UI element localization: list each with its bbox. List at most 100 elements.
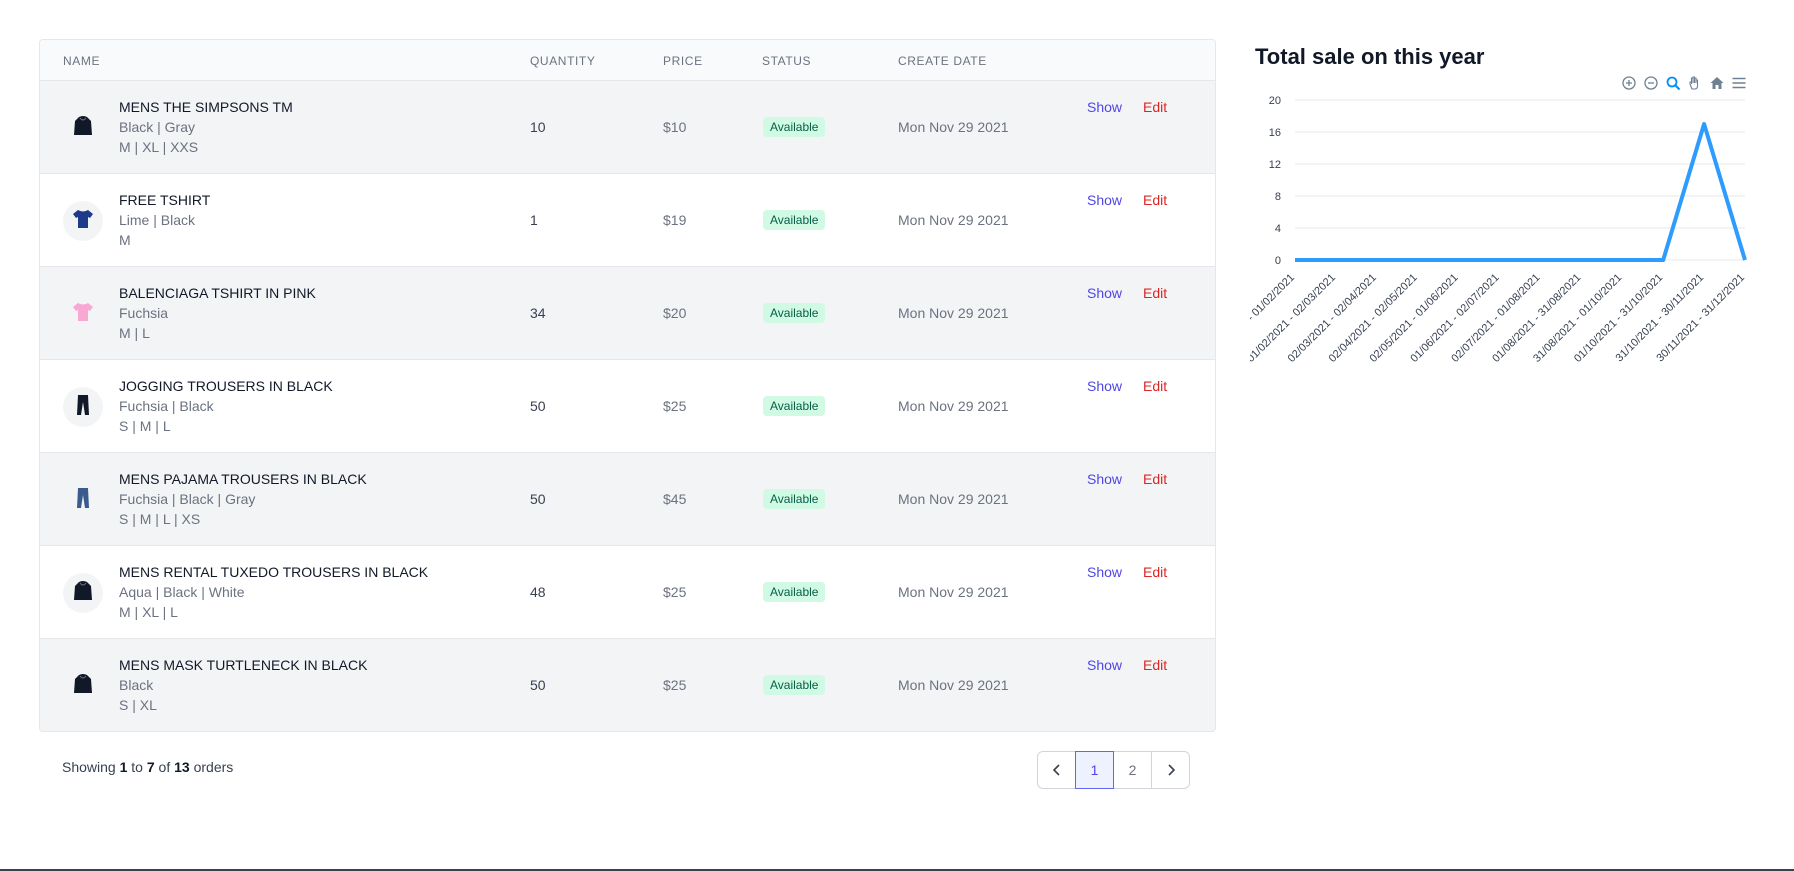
- table-body: MENS THE SIMPSONS TM Black | Gray M | XL |…: [40, 81, 1215, 731]
- header-status[interactable]: STATUS: [762, 54, 811, 68]
- home-reset-icon: [1710, 77, 1724, 89]
- edit-link[interactable]: Edit: [1143, 192, 1167, 208]
- header-create-date[interactable]: CREATE DATE: [898, 54, 987, 68]
- hoodie-icon: [70, 578, 96, 609]
- show-link[interactable]: Show: [1087, 378, 1122, 394]
- product-quantity: 48: [530, 584, 546, 600]
- pagination-summary: Showing 1 to 7 of 13 orders: [62, 759, 233, 775]
- chevron-right-icon: [1167, 764, 1175, 776]
- show-link[interactable]: Show: [1087, 471, 1122, 487]
- tshirt-icon: [70, 206, 96, 237]
- product-colors: Black: [119, 677, 154, 693]
- page-1-button[interactable]: 1: [1075, 751, 1114, 789]
- summary-from: 1: [119, 759, 128, 775]
- product-colors: Lime | Black: [119, 212, 195, 228]
- product-price: $25: [663, 677, 687, 693]
- product-name: JOGGING TROUSERS IN BLACK: [119, 378, 333, 394]
- header-name[interactable]: NAME: [63, 54, 100, 68]
- trousers-icon: [70, 485, 96, 516]
- product-price: $25: [663, 584, 687, 600]
- edit-link[interactable]: Edit: [1143, 657, 1167, 673]
- status-badge: Available: [763, 675, 826, 695]
- create-date: Mon Nov 29 2021: [898, 212, 1009, 228]
- product-thumbnail: [63, 108, 103, 148]
- product-sizes: M | L: [119, 325, 150, 341]
- zoom-in-icon: [1622, 76, 1636, 90]
- edit-link[interactable]: Edit: [1143, 564, 1167, 580]
- product-price: $19: [663, 212, 687, 228]
- product-sizes: M | XL | XXS: [119, 139, 199, 155]
- trousers-icon: [70, 392, 96, 423]
- product-thumbnail: [63, 480, 103, 520]
- product-quantity: 10: [530, 119, 546, 135]
- summary-to-word: to: [131, 759, 143, 775]
- show-link[interactable]: Show: [1087, 564, 1122, 580]
- sales-line-chart: 04812162001/01/2021 - 01/02/202101/02/20…: [1250, 95, 1747, 365]
- create-date: Mon Nov 29 2021: [898, 491, 1009, 507]
- status-badge: Available: [763, 582, 826, 602]
- y-tick-label: 4: [1275, 223, 1281, 235]
- orders-table: NAME QUANTITY PRICE STATUS CREATE DATE M…: [39, 39, 1216, 732]
- table-row: MENS MASK TURTLENECK IN BLACK Black S | XL…: [40, 639, 1215, 731]
- product-quantity: 50: [530, 677, 546, 693]
- product-name: MENS THE SIMPSONS TM: [119, 99, 293, 115]
- product-thumbnail: [63, 387, 103, 427]
- product-quantity: 1: [530, 212, 538, 228]
- summary-prefix: Showing: [62, 759, 116, 775]
- product-colors: Black | Gray: [119, 119, 195, 135]
- table-row: BALENCIAGA TSHIRT IN PINK Fuchsia M | L 34 $…: [40, 267, 1215, 360]
- summary-of-word: of: [158, 759, 171, 775]
- edit-link[interactable]: Edit: [1143, 285, 1167, 301]
- y-tick-label: 20: [1269, 95, 1281, 107]
- product-sizes: S | M | L | XS: [119, 511, 201, 527]
- header-price[interactable]: PRICE: [663, 54, 703, 68]
- prev-page-button[interactable]: [1037, 751, 1076, 789]
- create-date: Mon Nov 29 2021: [898, 305, 1009, 321]
- show-link[interactable]: Show: [1087, 285, 1122, 301]
- zoom-out-icon: [1644, 76, 1658, 90]
- show-link[interactable]: Show: [1087, 192, 1122, 208]
- status-badge: Available: [763, 210, 826, 230]
- next-page-button[interactable]: [1151, 751, 1190, 789]
- edit-link[interactable]: Edit: [1143, 99, 1167, 115]
- y-tick-label: 0: [1275, 255, 1281, 267]
- menu-icon: [1732, 77, 1746, 89]
- chart-title: Total sale on this year: [1255, 44, 1485, 69]
- product-price: $25: [663, 398, 687, 414]
- status-badge: Available: [763, 117, 826, 137]
- hoodie-icon: [70, 671, 96, 702]
- product-colors: Fuchsia | Black | Gray: [119, 491, 256, 507]
- table-row: MENS PAJAMA TROUSERS IN BLACK Fuchsia | B…: [40, 453, 1215, 546]
- table-row: MENS THE SIMPSONS TM Black | Gray M | XL |…: [40, 81, 1215, 174]
- create-date: Mon Nov 29 2021: [898, 119, 1009, 135]
- product-name: MENS MASK TURTLENECK IN BLACK: [119, 657, 368, 673]
- selection-zoom-icon: [1666, 76, 1681, 91]
- tshirt-icon: [70, 299, 96, 330]
- pan-hand-icon: [1689, 76, 1699, 90]
- series-line: [1295, 122, 1747, 262]
- y-tick-label: 8: [1275, 191, 1281, 203]
- product-sizes: M: [119, 232, 131, 248]
- status-badge: Available: [763, 396, 826, 416]
- show-link[interactable]: Show: [1087, 99, 1122, 115]
- page-2-button[interactable]: 2: [1113, 751, 1152, 789]
- edit-link[interactable]: Edit: [1143, 471, 1167, 487]
- product-quantity: 34: [530, 305, 546, 321]
- product-sizes: S | XL: [119, 697, 157, 713]
- product-name: FREE TSHIRT: [119, 192, 211, 208]
- header-quantity[interactable]: QUANTITY: [530, 54, 595, 68]
- product-thumbnail: [63, 201, 103, 241]
- table-row: MENS RENTAL TUXEDO TROUSERS IN BLACK Aqua…: [40, 546, 1215, 639]
- product-price: $45: [663, 491, 687, 507]
- pagination: 1 2: [1037, 751, 1190, 789]
- table-row: FREE TSHIRT Lime | Black M 1 $19 Available Mon…: [40, 174, 1215, 267]
- status-badge: Available: [763, 489, 826, 509]
- show-link[interactable]: Show: [1087, 657, 1122, 673]
- y-tick-label: 12: [1269, 159, 1281, 171]
- create-date: Mon Nov 29 2021: [898, 677, 1009, 693]
- product-name: BALENCIAGA TSHIRT IN PINK: [119, 285, 316, 301]
- edit-link[interactable]: Edit: [1143, 378, 1167, 394]
- product-colors: Aqua | Black | White: [119, 584, 245, 600]
- create-date: Mon Nov 29 2021: [898, 584, 1009, 600]
- product-colors: Fuchsia | Black: [119, 398, 214, 414]
